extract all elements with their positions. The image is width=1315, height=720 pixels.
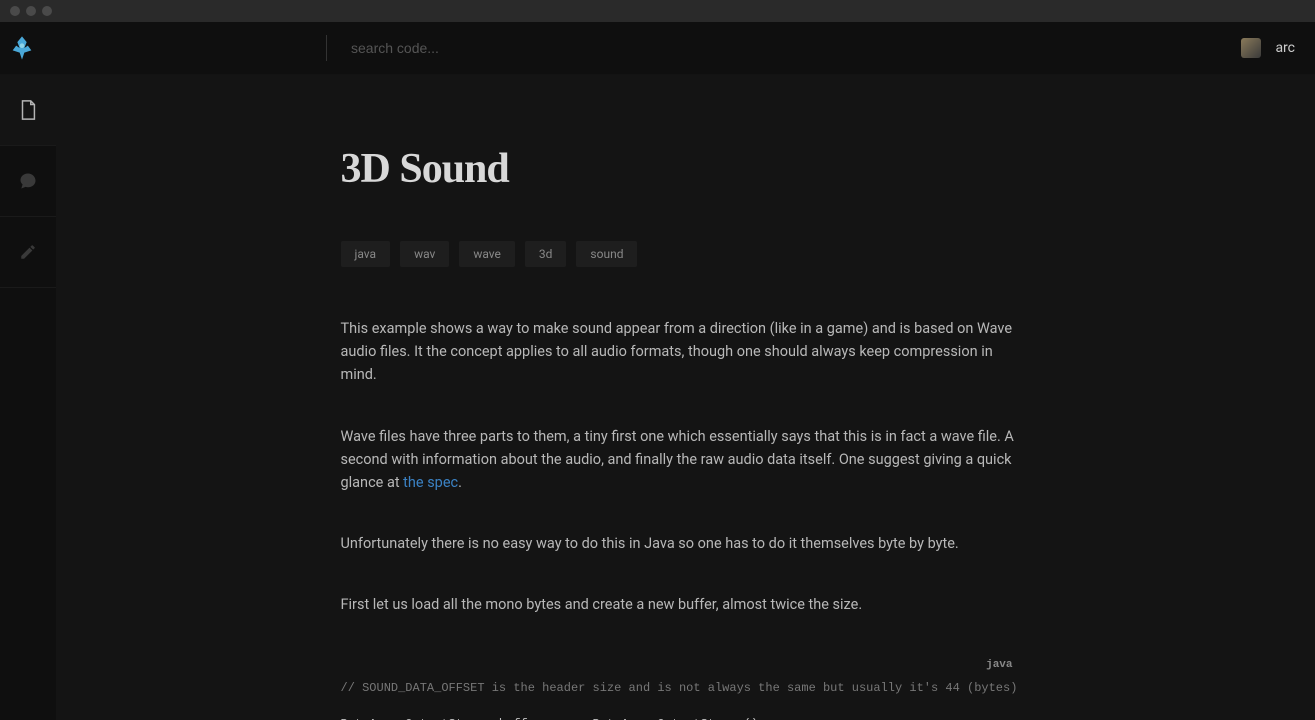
search-wrapper (326, 35, 1241, 61)
search-input[interactable] (351, 40, 751, 56)
paragraph: This example shows a way to make sound a… (341, 317, 1031, 387)
chat-icon (18, 171, 38, 191)
search-divider (326, 35, 327, 61)
sidebar-item-document[interactable] (0, 75, 56, 145)
user-menu[interactable]: arc (1241, 38, 1295, 58)
app-logo-icon[interactable] (8, 34, 36, 62)
code-keyword: new (564, 717, 586, 720)
main-layout: 3D Sound java wav wave 3d sound This exa… (0, 75, 1315, 720)
paragraph: Wave files have three parts to them, a t… (341, 425, 1031, 495)
code-content: // SOUND_DATA_OFFSET is the header size … (341, 655, 1031, 720)
header-bar: arc (0, 22, 1315, 75)
tag-list: java wav wave 3d sound (341, 241, 1031, 267)
article: 3D Sound java wav wave 3d sound This exa… (331, 145, 1041, 720)
window-titlebar (0, 0, 1315, 22)
paragraph: Unfortunately there is no easy way to do… (341, 532, 1031, 555)
code-comment: // SOUND_DATA_OFFSET is the header size … (341, 681, 1018, 695)
avatar (1241, 38, 1261, 58)
spec-link[interactable]: the spec (403, 474, 458, 491)
sidebar (0, 75, 56, 720)
tag[interactable]: java (341, 241, 391, 267)
username-label: arc (1275, 40, 1295, 56)
tag[interactable]: wav (400, 241, 449, 267)
window-minimize-dot[interactable] (26, 6, 36, 16)
code-text: ByteArrayOutputStream(); (585, 717, 765, 720)
tag[interactable]: wave (459, 241, 515, 267)
window-close-dot[interactable] (10, 6, 20, 16)
sidebar-divider (0, 287, 56, 288)
sidebar-item-edit[interactable] (0, 217, 56, 287)
code-text: ByteArrayOutputStream buffer = (341, 717, 564, 720)
tag[interactable]: sound (576, 241, 637, 267)
sidebar-item-chat[interactable] (0, 146, 56, 216)
window-maximize-dot[interactable] (42, 6, 52, 16)
code-language-badge: java (986, 659, 1012, 671)
pencil-icon (19, 243, 37, 261)
content-area[interactable]: 3D Sound java wav wave 3d sound This exa… (56, 75, 1315, 720)
paragraph: First let us load all the mono bytes and… (341, 593, 1031, 616)
page-title: 3D Sound (341, 145, 1031, 193)
text: . (458, 474, 462, 491)
code-block: java // SOUND_DATA_OFFSET is the header … (341, 655, 1031, 720)
tag[interactable]: 3d (525, 241, 567, 267)
document-icon (18, 99, 38, 121)
